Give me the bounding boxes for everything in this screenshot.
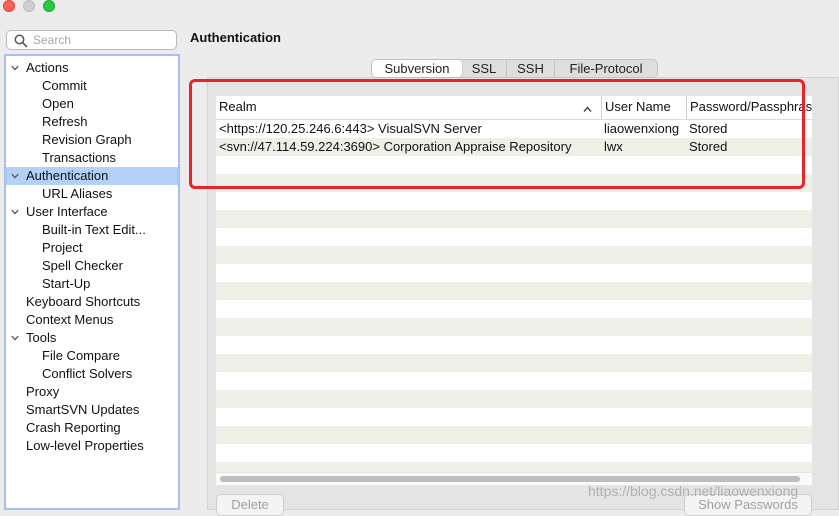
sidebar-item-label: Authentication: [26, 168, 109, 183]
sidebar-item-label: Conflict Solvers: [42, 366, 133, 381]
sidebar-item-label: User Interface: [26, 204, 108, 219]
column-header-user-name[interactable]: User Name: [601, 96, 686, 119]
sidebar-item-url-aliases[interactable]: URL Aliases: [6, 185, 178, 203]
sidebar-item-label: Refresh: [42, 114, 88, 129]
tab-ssh[interactable]: SSH: [506, 60, 554, 77]
scrollbar-thumb[interactable]: [220, 476, 800, 482]
table-row[interactable]: [216, 282, 812, 300]
tab-subversion[interactable]: Subversion: [372, 60, 462, 77]
sidebar-item-low-level-properties[interactable]: Low-level Properties: [6, 437, 178, 455]
sidebar-item-crash-reporting[interactable]: Crash Reporting: [6, 419, 178, 437]
table-row[interactable]: [216, 318, 812, 336]
chevron-down-icon[interactable]: [11, 334, 19, 342]
sidebar-item-label: Actions: [26, 60, 69, 75]
table-row[interactable]: [216, 462, 812, 472]
sidebar-item-tools[interactable]: Tools: [6, 329, 178, 347]
table-row[interactable]: [216, 156, 812, 174]
sidebar-item-actions[interactable]: Actions: [6, 59, 178, 77]
chevron-down-icon[interactable]: [11, 172, 19, 180]
sort-ascending-icon: [583, 102, 592, 112]
sidebar-item-label: Keyboard Shortcuts: [26, 294, 141, 309]
delete-button[interactable]: Delete: [216, 494, 284, 516]
watermark: https://blog.csdn.net/liaowenxiong: [588, 483, 799, 499]
sidebar-item-label: Context Menus: [26, 312, 114, 327]
sidebar-item-smartsvn-updates[interactable]: SmartSVN Updates: [6, 401, 178, 419]
table-row[interactable]: [216, 408, 812, 426]
sidebar-item-label: URL Aliases: [42, 186, 113, 201]
tab-bar: Subversion SSL SSH File-Protocol: [371, 59, 658, 78]
column-header-password[interactable]: Password/Passphras: [686, 96, 812, 119]
sidebar-item-label: Start-Up: [42, 276, 91, 291]
page-title: Authentication: [190, 30, 281, 45]
sidebar-item-open[interactable]: Open: [6, 95, 178, 113]
sidebar-item-authentication[interactable]: Authentication: [6, 167, 178, 185]
column-header-realm[interactable]: Realm: [219, 96, 579, 119]
table-row[interactable]: [216, 426, 812, 444]
table-row[interactable]: [216, 192, 812, 210]
search-field[interactable]: [6, 30, 177, 50]
table-row[interactable]: [216, 264, 812, 282]
tab-file-protocol[interactable]: File-Protocol: [554, 60, 657, 77]
user-name-cell: lwx: [604, 139, 623, 154]
password-cell: Stored: [689, 139, 728, 154]
sidebar-item-label: SmartSVN Updates: [26, 402, 140, 417]
table-row[interactable]: [216, 174, 812, 192]
sidebar-item-label: Project: [42, 240, 83, 255]
sidebar-item-commit[interactable]: Commit: [6, 77, 178, 95]
credentials-table: Realm User Name Password/Passphras <http…: [216, 96, 812, 472]
preferences-tree[interactable]: Actions Commit Open Refresh Revision Graph Tr…: [4, 54, 180, 510]
table-header: Realm User Name Password/Passphras: [216, 96, 812, 120]
sidebar-item-label: Transactions: [42, 150, 116, 165]
sidebar-item-refresh[interactable]: Refresh: [6, 113, 178, 131]
tab-ssl[interactable]: SSL: [462, 60, 506, 77]
sidebar-item-keyboard-shortcuts[interactable]: Keyboard Shortcuts: [6, 293, 178, 311]
search-icon: [14, 34, 28, 48]
sidebar-item-start-up[interactable]: Start-Up: [6, 275, 178, 293]
sidebar-item-built-in-text-edit[interactable]: Built-in Text Edit...: [6, 221, 178, 239]
sidebar-item-context-menus[interactable]: Context Menus: [6, 311, 178, 329]
sidebar-item-proxy[interactable]: Proxy: [6, 383, 178, 401]
sidebar-item-label: File Compare: [42, 348, 121, 363]
table-row[interactable]: [216, 372, 812, 390]
search-input[interactable]: [33, 32, 171, 48]
sidebar-item-label: Built-in Text Edit...: [42, 222, 146, 237]
sidebar-item-conflict-solvers[interactable]: Conflict Solvers: [6, 365, 178, 383]
table-row[interactable]: [216, 210, 812, 228]
sidebar-item-project[interactable]: Project: [6, 239, 178, 257]
table-row[interactable]: [216, 300, 812, 318]
sidebar-item-label: Crash Reporting: [26, 420, 121, 435]
sidebar-item-label: Low-level Properties: [26, 438, 144, 453]
sidebar-item-label: Tools: [26, 330, 57, 345]
minimize-window-button[interactable]: [23, 0, 35, 12]
table-row[interactable]: [216, 246, 812, 264]
title-bar: [0, 0, 839, 18]
chevron-down-icon[interactable]: [11, 64, 19, 72]
chevron-down-icon[interactable]: [11, 208, 19, 216]
table-row[interactable]: [216, 228, 812, 246]
table-body: <https://120.25.246.6:443> VisualSVN Ser…: [216, 120, 812, 472]
table-row[interactable]: <svn://47.114.59.224:3690> Corporation A…: [216, 138, 812, 156]
zoom-window-button[interactable]: [43, 0, 55, 12]
user-name-cell: liaowenxiong: [604, 121, 680, 136]
sidebar-item-user-interface[interactable]: User Interface: [6, 203, 178, 221]
sidebar-item-revision-graph[interactable]: Revision Graph: [6, 131, 178, 149]
sidebar-item-label: Open: [42, 96, 74, 111]
sidebar-item-spell-checker[interactable]: Spell Checker: [6, 257, 178, 275]
sidebar-item-label: Revision Graph: [42, 132, 132, 147]
table-row[interactable]: [216, 444, 812, 462]
sidebar-item-file-compare[interactable]: File Compare: [6, 347, 178, 365]
sidebar-item-label: Spell Checker: [42, 258, 123, 273]
table-row[interactable]: [216, 390, 812, 408]
table-row[interactable]: <https://120.25.246.6:443> VisualSVN Ser…: [216, 120, 812, 138]
password-cell: Stored: [689, 121, 728, 136]
table-row[interactable]: [216, 336, 812, 354]
sidebar-item-label: Commit: [42, 78, 87, 93]
sidebar-item-label: Proxy: [26, 384, 60, 399]
table-row[interactable]: [216, 354, 812, 372]
realm-cell: <https://120.25.246.6:443> VisualSVN Ser…: [219, 121, 482, 136]
close-window-button[interactable]: [3, 0, 15, 12]
realm-cell: <svn://47.114.59.224:3690> Corporation A…: [219, 139, 572, 154]
sidebar-item-transactions[interactable]: Transactions: [6, 149, 178, 167]
